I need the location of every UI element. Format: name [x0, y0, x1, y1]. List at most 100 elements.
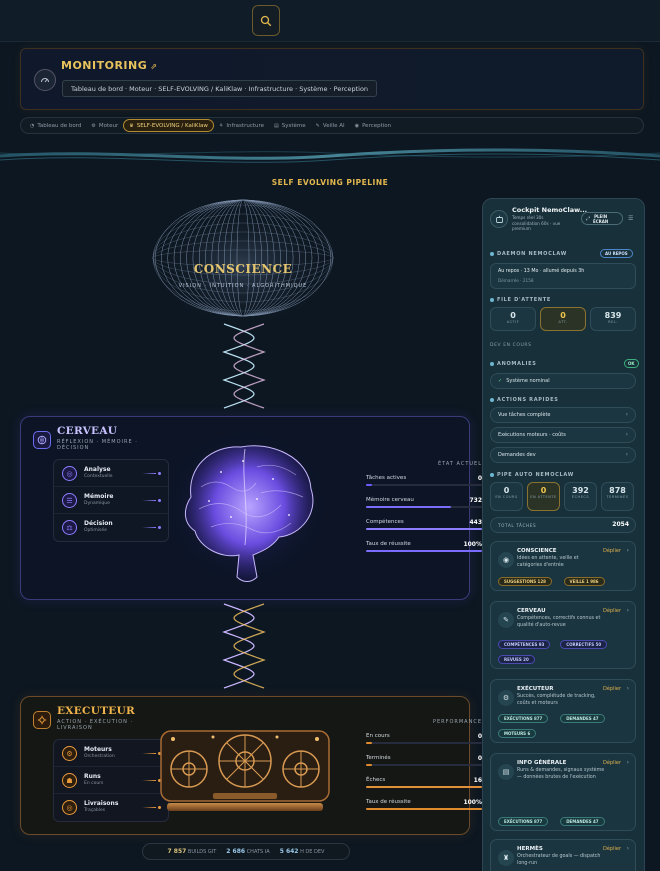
quick-action[interactable]: Exécutions moteurs · coûts › [490, 427, 636, 443]
stat-label: Terminés [366, 755, 391, 761]
card-expand-link[interactable]: Déplier [603, 548, 621, 554]
counter-label: TERMINÉS [606, 495, 629, 499]
card-chip: EXÉCUTIONS 877 [498, 817, 549, 826]
card-title: CERVEAU [517, 608, 546, 614]
daemon-status-box: Au repos · 13 Mo · allumé depuis 3h Déma… [490, 263, 636, 289]
wave-divider [0, 148, 660, 163]
evolve-icon: ♛ [129, 122, 134, 129]
executeur-stats: PERFORMANCE En cours 0 Terminés 0 Échecs 16 Tau… [366, 719, 482, 821]
cockpit-panel: Cockpit NemoClaw... Temps réel 30s consol… [482, 198, 645, 871]
nav-tabs: ◔ Tableau de bord ⚙ Moteur ♛ SELF-EVOLVING / … [20, 117, 644, 134]
card-icon: ▤ [498, 764, 514, 780]
tab-0[interactable]: ◔ Tableau de bord [25, 119, 86, 132]
quick-action-label: Demandes dev [498, 452, 536, 458]
stat-bar-fill [366, 484, 372, 486]
fullscreen-button[interactable]: ⤢ PLEIN ÉCRAN [581, 212, 623, 225]
pipeline-card[interactable]: ♜ HERMÈS Orchestrateur de goals — dispatch… [490, 839, 636, 871]
card-title: EXÉCUTEUR [517, 686, 554, 692]
feature-icon: ☗ [62, 773, 77, 788]
tab-label: Tableau de bord [37, 122, 82, 129]
counter-label: ÉCHECS [571, 495, 590, 499]
quick-action[interactable]: Vue tâches complète › [490, 407, 636, 423]
tab-1[interactable]: ⚙ Moteur [86, 119, 123, 132]
chevron-right-icon: › [625, 431, 628, 438]
pipeline-card[interactable]: ◉ CONSCIENCE Idées en attente, veille et c… [490, 541, 636, 591]
card-description: Orchestrateur de goals — dispatch long-r… [517, 854, 601, 866]
pipe-auto-label: PIPE AUTO NEMOCLAW [490, 472, 574, 478]
stat-label: Échecs [366, 777, 386, 783]
chevron-right-icon: › [625, 451, 628, 458]
quick-action-label: Exécutions moteurs · coûts [498, 432, 566, 438]
helix-bottom [222, 603, 266, 689]
feature-item[interactable]: ⚖ Décision Optimisée [54, 514, 168, 541]
chevron-right-icon: › [626, 685, 629, 692]
tab-label: Infrastructure [226, 122, 265, 129]
counter-value: 392 [572, 486, 589, 495]
card-title: CONSCIENCE [517, 548, 557, 554]
feature-item[interactable]: ◎ Analyse Contextuelle [54, 460, 168, 487]
feature-name: Décision [84, 520, 113, 527]
footer-stat-label: BUILDS GIT [187, 849, 217, 855]
quick-action[interactable]: Demandes dev › [490, 447, 636, 463]
stat-label: Tâches actives [366, 475, 407, 481]
card-chip: CORRECTIFS 50 [560, 640, 608, 649]
tab-3[interactable]: ⚘ Infrastructure [214, 119, 269, 132]
tab-4[interactable]: ▤ Système [269, 119, 311, 132]
card-expand-link[interactable]: Déplier [603, 846, 621, 852]
tab-5[interactable]: ✎ Veille AI [311, 119, 350, 132]
pipeline-card[interactable]: ✎ CERVEAU Compétences, correctifs connus e… [490, 601, 636, 669]
feature-icon: ◎ [62, 466, 77, 481]
stat-bar-fill [366, 550, 482, 552]
counter-value: 0 [510, 311, 516, 320]
counter-label: EN ATTENTE [530, 495, 557, 499]
card-chip: VEILLE 1 986 [563, 577, 605, 586]
card-expand-link[interactable]: Déplier [603, 686, 621, 692]
stat-label: Mémoire cerveau [366, 497, 414, 503]
stat-value: 443 [469, 519, 482, 526]
card-expand-link[interactable]: Déplier [603, 608, 621, 614]
feature-sub: En cours [84, 781, 104, 786]
feature-item[interactable]: ☗ Runs En cours [54, 767, 168, 794]
pipeline-card[interactable]: ▤ INFO GÉNÉRALE Runs & demandes, signaux s… [490, 753, 636, 831]
card-expand-link[interactable]: Déplier [603, 760, 621, 766]
stat-row: Taux de réussite 100% [366, 799, 482, 821]
counter: 839 REL. [590, 307, 636, 331]
stat-bar [366, 742, 482, 744]
expand-icon: ⤢ [586, 215, 591, 222]
conscience-orb [151, 198, 335, 322]
tab-6[interactable]: ◉ Perception [350, 119, 396, 132]
feature-connector [142, 527, 156, 528]
tab-2[interactable]: ♛ SELF-EVOLVING / KaliKlaw [123, 119, 214, 132]
feature-icon: ⚙ [62, 746, 77, 761]
feature-item[interactable]: ◎ Livraisons Traçables [54, 794, 168, 821]
footer-stat: 5 642 H DE DEV [280, 848, 325, 855]
server-icon: ▤ [274, 122, 279, 129]
card-chip: DEMANDES 47 [560, 817, 605, 826]
card-chip: EXÉCUTIONS 877 [498, 714, 549, 723]
page-title: MONITORING ⇗ [61, 59, 158, 72]
tab-label: Système [281, 122, 306, 129]
card-icon: ♜ [498, 850, 514, 866]
helix-top [222, 323, 266, 409]
stat-row: Tâches actives 0 [366, 475, 482, 497]
card-icon: ✎ [498, 612, 514, 628]
pipeline-card[interactable]: ⚙ EXÉCUTEUR Succès, complétude de tracking… [490, 679, 636, 743]
feature-connector [142, 473, 156, 474]
footer-stat-value: 7 857 [167, 848, 187, 855]
stat-bar-fill [366, 764, 372, 766]
feature-item[interactable]: ☰ Mémoire Dynamique [54, 487, 168, 514]
stat-bar [366, 506, 482, 508]
card-chip: DEMANDES 47 [560, 714, 605, 723]
feature-name: Analyse [84, 466, 111, 473]
pipeline-title: SELF EVOLVING PIPELINE [271, 178, 389, 187]
menu-icon[interactable]: ☰ [628, 215, 633, 222]
card-description: Runs & demandes, signaux système — donné… [517, 768, 605, 780]
search-button[interactable] [252, 5, 280, 36]
gear-icon [33, 711, 51, 729]
counter: 0 ATT. [540, 307, 586, 331]
feature-item[interactable]: ⚙ Moteurs Orchestration [54, 740, 168, 767]
card-chip: REVUES 20 [498, 655, 535, 664]
chevron-right-icon: › [626, 845, 629, 852]
feature-icon: ◎ [62, 800, 77, 815]
card-description: Idées en attente, veille et catégories d… [517, 556, 579, 568]
